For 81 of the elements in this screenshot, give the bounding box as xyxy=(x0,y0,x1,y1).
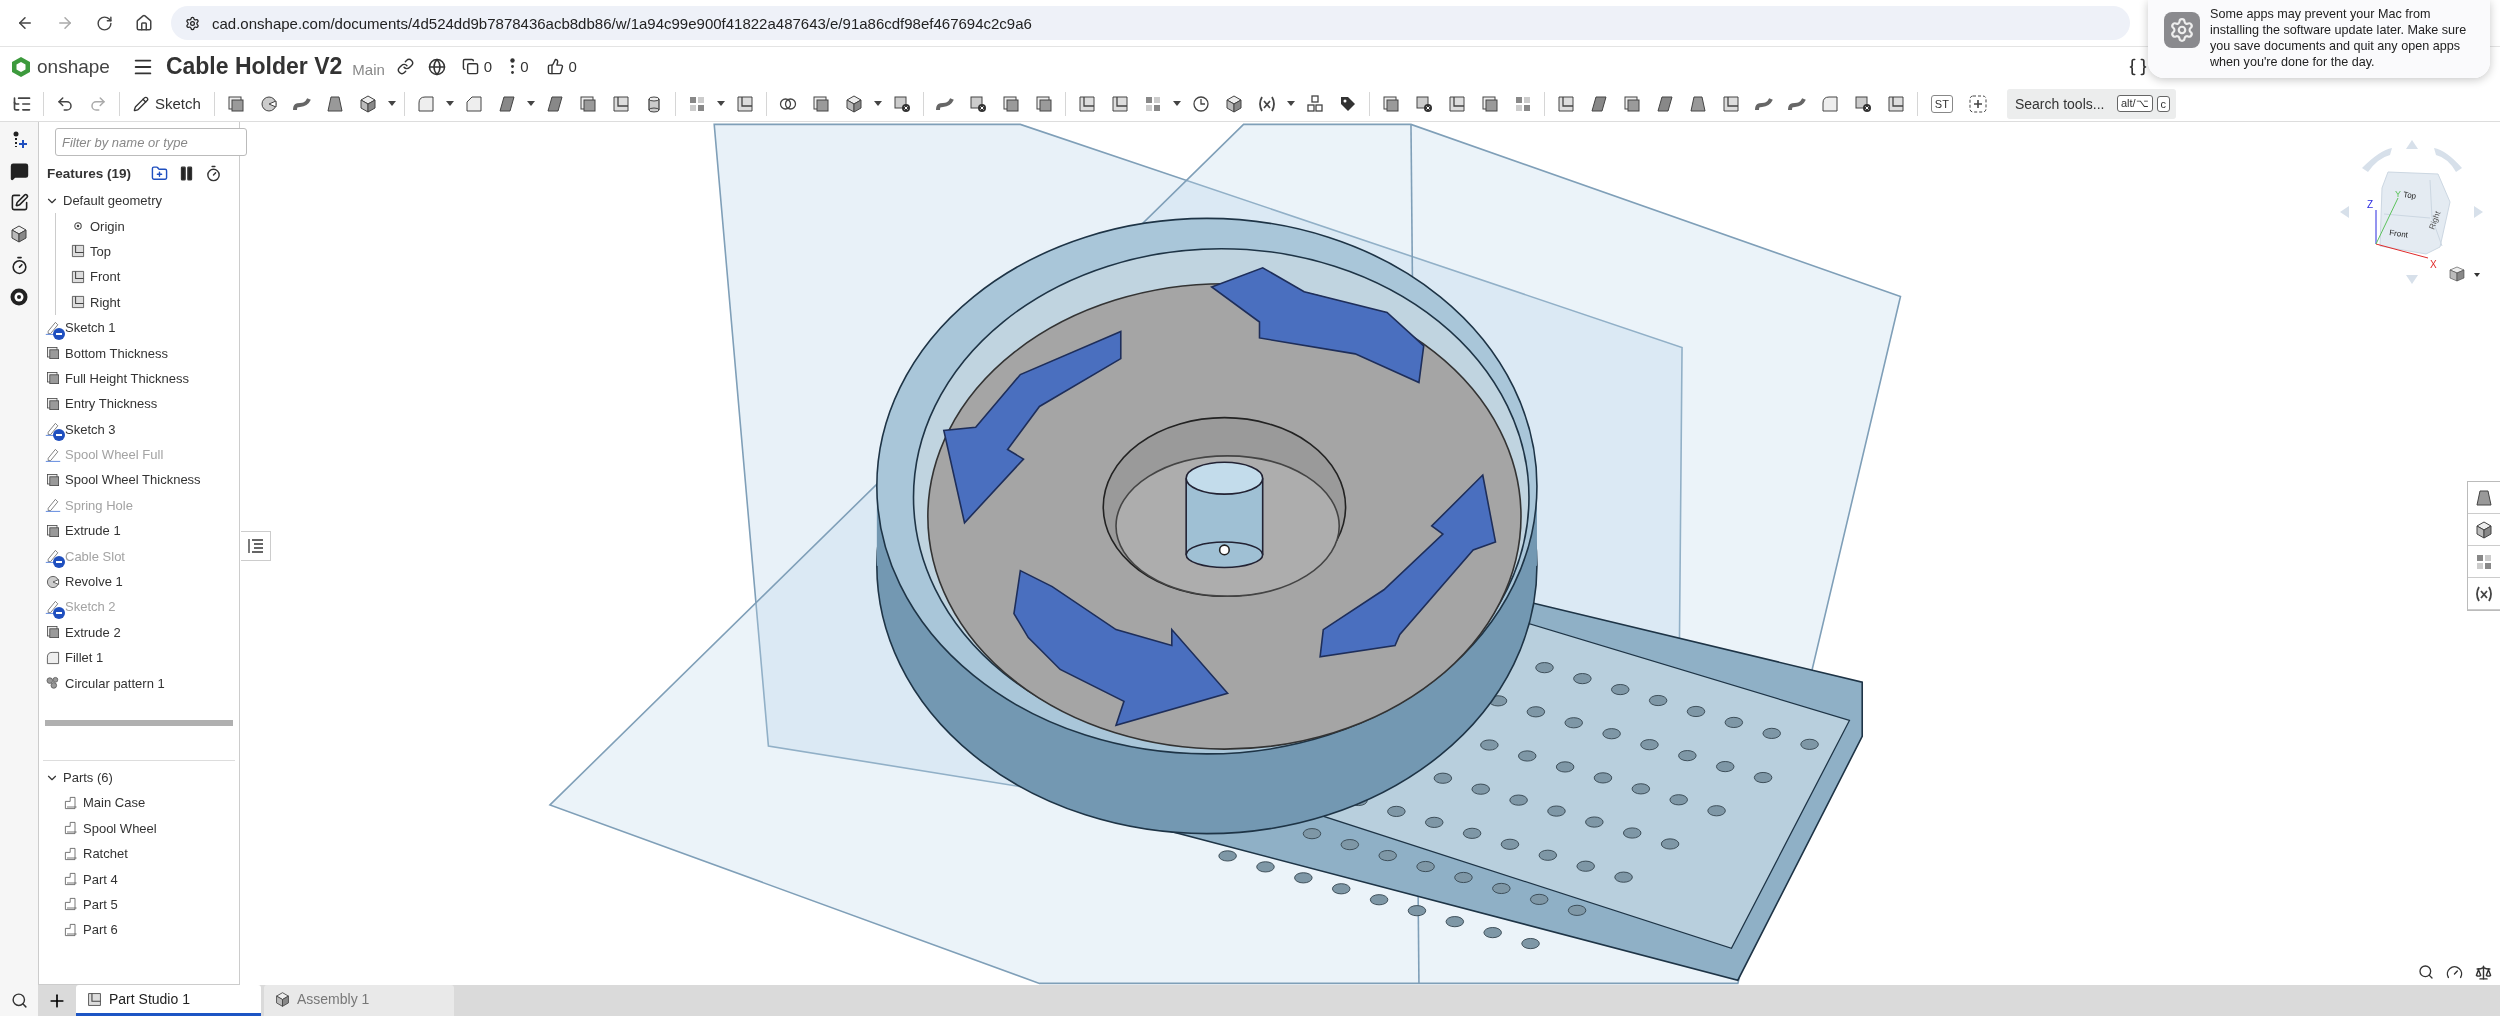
st-button[interactable]: ST xyxy=(1930,94,1953,113)
part-name[interactable]: Part 4 xyxy=(83,871,118,887)
l-block-icon xyxy=(63,896,79,913)
folded-sheet-icon xyxy=(86,990,103,1008)
search-icon[interactable] xyxy=(10,992,28,1009)
feature-name[interactable]: Sketch 1 xyxy=(65,320,116,336)
site-settings-icon[interactable] xyxy=(185,15,200,31)
cube-face-label[interactable]: Right xyxy=(2427,210,2443,231)
part-name[interactable]: Part 6 xyxy=(83,922,118,938)
stopwatch-icon[interactable] xyxy=(205,164,223,182)
document-title: Cable Holder V2 xyxy=(165,53,343,80)
feature-name[interactable]: Full Height Thickness xyxy=(65,370,190,386)
feature-name[interactable]: Fillet 1 xyxy=(65,650,104,666)
shortcut-key: alt/⌥ xyxy=(2116,95,2153,112)
vertical-dots-icon xyxy=(510,58,516,75)
feature-name[interactable]: Sketch 3 xyxy=(65,421,116,437)
sketch-button[interactable]: Sketch xyxy=(125,87,209,120)
gauge-icon[interactable] xyxy=(2446,964,2463,981)
caret-icon[interactable] xyxy=(2474,273,2480,277)
feature-name[interactable]: Extrude 2 xyxy=(65,624,121,640)
counter-button[interactable]: 0 xyxy=(506,58,533,75)
l-block-icon xyxy=(63,921,79,938)
x-axis-line xyxy=(2375,243,2429,259)
notification-message: Some apps may prevent your Mac from installing the software update later. Make sure you save documents and quit any open apps when you're done for the day. xyxy=(2210,6,2468,70)
search-icon[interactable] xyxy=(2418,964,2434,980)
document-tab[interactable]: Part Studio 1 xyxy=(76,985,261,1016)
home-icon[interactable] xyxy=(135,14,153,32)
logo-text: onshape xyxy=(37,55,110,78)
feature-name[interactable]: Extrude 1 xyxy=(65,523,121,539)
url-text: cad.onshape.com/documents/4d524dd9b7878436acb8db86/w/1a94c99e900f41822a487643/e/91a86cdf98ef467694c2c9a6 xyxy=(212,14,1032,32)
part-name[interactable]: Ratchet xyxy=(83,846,128,862)
feature-name[interactable]: Revolve 1 xyxy=(65,574,123,590)
feature-name[interactable]: Entry Thickness xyxy=(65,396,158,412)
reload-icon[interactable] xyxy=(96,14,113,32)
view-cube[interactable] xyxy=(2379,171,2451,255)
feature-name[interactable]: Front xyxy=(90,269,121,285)
feature-name[interactable]: Origin xyxy=(90,218,125,234)
counter-button[interactable]: 0 xyxy=(457,58,497,75)
folded-sheet-icon xyxy=(70,268,86,285)
pencil-icon xyxy=(133,95,149,112)
logo-icon xyxy=(10,55,32,78)
features-heading: Features (19) xyxy=(47,165,132,181)
settings-icon xyxy=(2164,12,2200,48)
search-tools-bar[interactable]: Search tools... alt/⌥ c xyxy=(2006,88,2177,119)
shaded-cube-icon[interactable] xyxy=(2449,266,2465,282)
thumbs-up-icon xyxy=(546,58,564,75)
cube-icon xyxy=(274,990,291,1008)
folded-sheet-icon xyxy=(70,294,86,311)
folded-sheet-icon xyxy=(70,243,86,260)
scale-icon[interactable] xyxy=(2475,964,2492,981)
feature-name[interactable]: Top xyxy=(90,243,111,259)
feature-name[interactable]: Spool Wheel Thickness xyxy=(65,472,201,488)
z-axis-line xyxy=(2375,209,2377,245)
filter-field[interactable]: Filter by name or type xyxy=(55,128,247,156)
axis-label: X xyxy=(2430,259,2437,270)
add-folder-icon[interactable] xyxy=(151,164,169,182)
part-name[interactable]: Main Case xyxy=(83,795,146,811)
part-name[interactable]: Spool Wheel xyxy=(83,820,157,836)
feature-name[interactable]: Right xyxy=(90,294,121,310)
cube-face-label[interactable]: Front xyxy=(2388,228,2409,240)
shortcut-key: c xyxy=(2156,95,2171,112)
search-tools-field[interactable]: Search tools... xyxy=(2012,94,2113,113)
address-bar[interactable]: cad.onshape.com/documents/4d524dd9b7878436acb8db86/w/1a94c99e900f41822a487643/e/91a86cdf98ef467694c2c9a6 xyxy=(171,6,2130,40)
branch-name[interactable]: Main xyxy=(352,60,385,78)
feature-name[interactable]: Circular pattern 1 xyxy=(65,675,165,691)
cube-face-label[interactable]: Top xyxy=(2402,190,2417,201)
axis-label: Y xyxy=(2395,189,2401,199)
parts-heading[interactable]: Parts (6) xyxy=(63,770,113,785)
counter-button[interactable]: 0 xyxy=(542,58,581,75)
l-block-icon xyxy=(63,820,79,837)
feature-name[interactable]: Default geometry xyxy=(63,193,162,209)
part-name[interactable]: Part 5 xyxy=(83,896,118,912)
axis-label: Z xyxy=(2367,199,2374,210)
l-block-icon xyxy=(63,794,79,811)
l-block-icon xyxy=(63,871,79,888)
copy-icon xyxy=(461,58,479,75)
l-block-icon xyxy=(63,845,79,862)
feature-name[interactable]: Bottom Thickness xyxy=(65,345,169,361)
document-tab[interactable]: Assembly 1 xyxy=(264,985,454,1016)
list-icon xyxy=(246,537,265,555)
list-toggle-button[interactable] xyxy=(241,531,271,561)
